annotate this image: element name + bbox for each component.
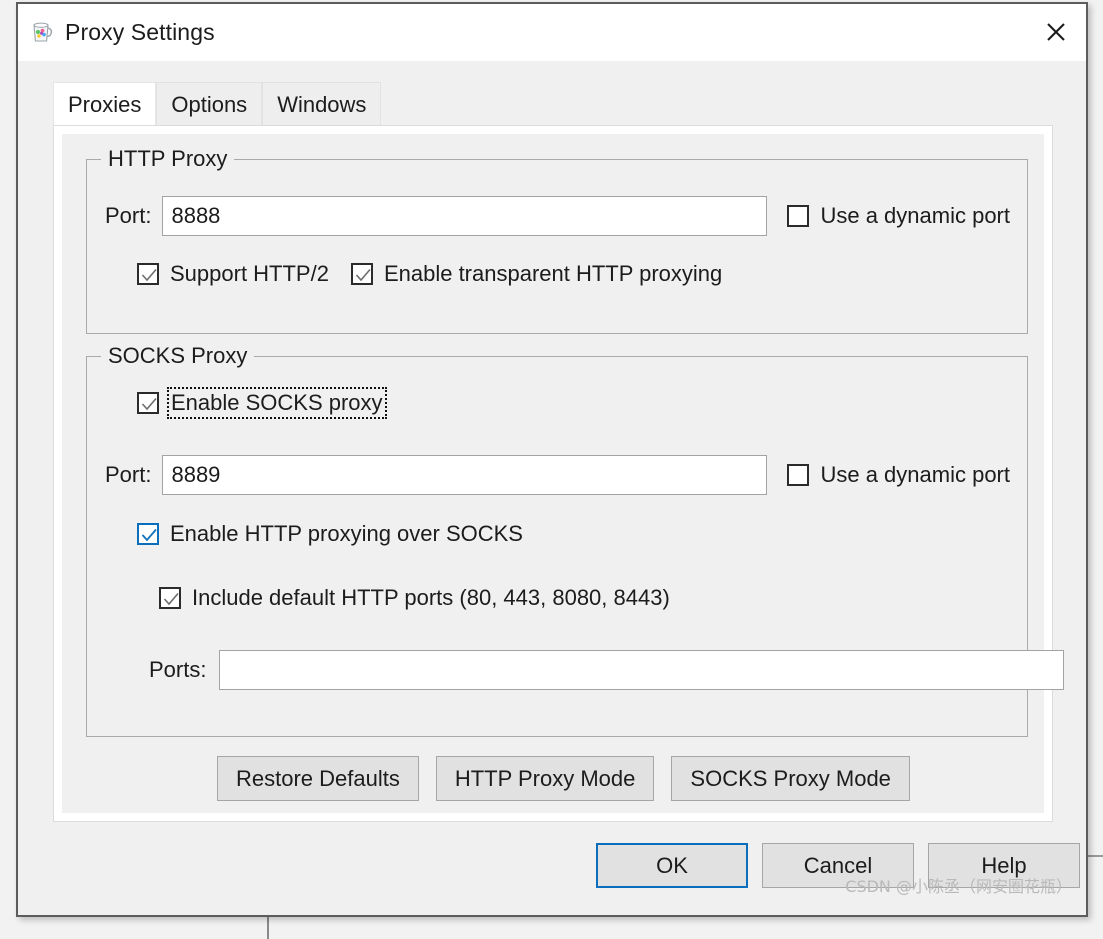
mode-button-bar: Restore Defaults HTTP Proxy Mode SOCKS P… xyxy=(217,756,910,801)
http-proxying-over-socks-checkbox[interactable]: Enable HTTP proxying over SOCKS xyxy=(137,521,523,547)
support-http2-label: Support HTTP/2 xyxy=(170,261,329,286)
checkbox-box xyxy=(787,205,810,227)
checkbox-box xyxy=(137,263,159,285)
http-port-input[interactable]: 8888 xyxy=(162,196,768,236)
ports-row: Ports: xyxy=(149,650,1065,690)
socks-port-label: Port: xyxy=(105,462,152,487)
transparent-http-proxying-checkbox[interactable]: Enable transparent HTTP proxying xyxy=(350,261,723,287)
support-http2-checkbox[interactable]: Support HTTP/2 xyxy=(137,261,329,287)
ports-input[interactable] xyxy=(219,650,1065,690)
tab-windows[interactable]: Windows xyxy=(262,82,382,125)
http-options-row: Support HTTP/2 Enable transparent HTTP p… xyxy=(137,261,722,287)
http-dynamic-port-checkbox[interactable]: Use a dynamic port xyxy=(787,203,1010,229)
include-default-http-ports-label: Include default HTTP ports (80, 443, 808… xyxy=(192,585,670,610)
enable-socks-row: Enable SOCKS proxy xyxy=(137,387,387,419)
checkbox-box xyxy=(159,587,181,609)
checkbox-box xyxy=(137,523,159,545)
tab-windows-label: Windows xyxy=(277,92,367,117)
http-proxying-over-socks-label: Enable HTTP proxying over SOCKS xyxy=(170,521,523,546)
checkbox-box xyxy=(350,263,373,285)
proxies-tab-panel: HTTP Proxy Port: 8888 Use a dynamic port xyxy=(53,125,1065,822)
watermark-text: CSDN @⼩陈丞（网安圈花瓶） xyxy=(845,877,1072,896)
http-proxy-mode-button[interactable]: HTTP Proxy Mode xyxy=(435,756,655,801)
checkbox-box xyxy=(787,464,810,486)
http-proxy-mode-label: HTTP Proxy Mode xyxy=(454,765,636,791)
http-over-socks-row: Enable HTTP proxying over SOCKS xyxy=(137,521,523,547)
include-default-ports-row: Include default HTTP ports (80, 443, 808… xyxy=(159,585,670,611)
transparent-http-proxying-label: Enable transparent HTTP proxying xyxy=(383,261,723,286)
ports-label: Ports: xyxy=(149,657,207,682)
http-dynamic-port-label: Use a dynamic port xyxy=(820,203,1010,228)
socks-dynamic-port-checkbox[interactable]: Use a dynamic port xyxy=(787,462,1010,488)
charles-pitcher-icon xyxy=(28,19,54,45)
tab-options[interactable]: Options xyxy=(156,82,263,125)
socks-proxy-group-title: SOCKS Proxy xyxy=(101,343,255,369)
ok-button-label: OK xyxy=(656,852,688,878)
ok-button[interactable]: OK xyxy=(596,843,748,888)
include-default-http-ports-checkbox[interactable]: Include default HTTP ports (80, 443, 808… xyxy=(159,585,670,611)
tab-options-label: Options xyxy=(171,92,248,117)
http-proxy-group: HTTP Proxy Port: 8888 Use a dynamic port xyxy=(86,146,1028,334)
socks-proxy-mode-button[interactable]: SOCKS Proxy Mode xyxy=(671,756,910,801)
checkbox-box xyxy=(137,392,159,414)
title-bar: Proxy Settings xyxy=(18,4,1086,61)
tab-strip: Proxies Options Windows xyxy=(18,82,1086,125)
socks-port-row: Port: 8889 Use a dynamic port xyxy=(105,455,1010,495)
restore-defaults-button[interactable]: Restore Defaults xyxy=(217,756,419,801)
enable-socks-proxy-checkbox[interactable]: Enable SOCKS proxy xyxy=(137,387,387,419)
enable-socks-proxy-label: Enable SOCKS proxy xyxy=(167,387,387,419)
restore-defaults-label: Restore Defaults xyxy=(236,765,400,791)
proxies-content: HTTP Proxy Port: 8888 Use a dynamic port xyxy=(62,134,1065,813)
close-icon[interactable] xyxy=(1026,4,1086,60)
tab-proxies[interactable]: Proxies xyxy=(53,82,157,125)
socks-proxy-mode-label: SOCKS Proxy Mode xyxy=(690,765,891,791)
socks-port-input[interactable]: 8889 xyxy=(162,455,768,495)
proxy-settings-window: Proxy Settings Proxies Options Windows H… xyxy=(16,2,1088,917)
http-port-label: Port: xyxy=(105,203,152,228)
window-title: Proxy Settings xyxy=(65,18,215,45)
http-proxy-group-title: HTTP Proxy xyxy=(101,146,235,172)
http-port-row: Port: 8888 Use a dynamic port xyxy=(105,196,1010,236)
socks-proxy-group: SOCKS Proxy Enable SOCKS proxy Port: 888… xyxy=(86,343,1065,737)
tab-proxies-label: Proxies xyxy=(68,92,142,117)
socks-dynamic-port-label: Use a dynamic port xyxy=(820,462,1010,487)
